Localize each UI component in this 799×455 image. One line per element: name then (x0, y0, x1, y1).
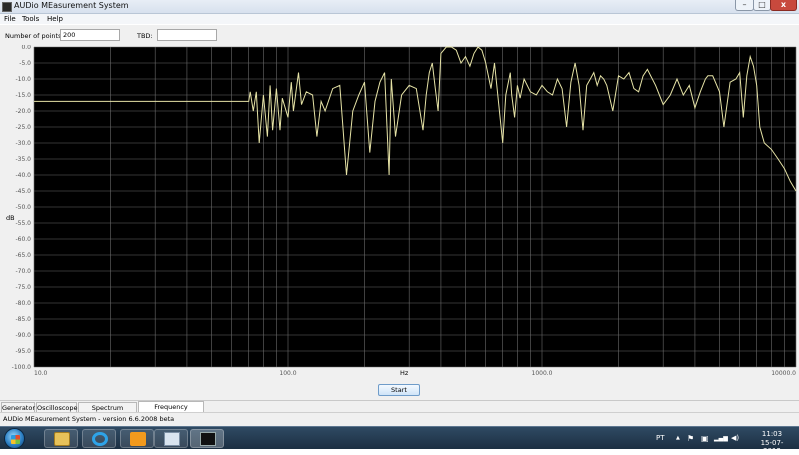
x-tick-label: 10000.0 (771, 370, 796, 377)
device-icon[interactable]: ▣ (701, 434, 709, 443)
x-axis-label: Hz (400, 369, 409, 377)
taskbar-audio-measurement-button[interactable] (190, 429, 224, 448)
y-tick-label: -70.0 (15, 268, 31, 275)
language-indicator[interactable]: PT (656, 434, 665, 442)
y-tick-label: -80.0 (15, 300, 31, 307)
y-tick-label: -60.0 (15, 236, 31, 243)
minimize-button[interactable]: – (735, 0, 754, 11)
y-tick-label: -25.0 (15, 124, 31, 131)
window-title: AUDio MEasurement System (14, 1, 129, 10)
y-tick-label: -95.0 (15, 348, 31, 355)
folder-icon (54, 432, 70, 446)
tab-bar: Generator Oscilloscope Spectrum Analyzer… (0, 400, 799, 422)
y-tick-label: -30.0 (15, 140, 31, 147)
y-tick-label: -40.0 (15, 172, 31, 179)
tbd-label: TBD: (137, 32, 153, 40)
menu-bar: File Tools Help (0, 14, 799, 24)
close-button[interactable]: x (770, 0, 797, 11)
taskbar-browser-button[interactable] (82, 429, 116, 448)
y-axis: 0.0 -5.0 -10.0 -15.0 -20.0 -25.0 -30.0 -35.0 -40… (12, 45, 32, 371)
menu-file[interactable]: File (4, 14, 16, 24)
y-tick-label: -10.0 (15, 76, 31, 83)
title-bar: AUDio MEasurement System – □ x (0, 0, 799, 14)
x-tick-label: 10.0 (34, 370, 48, 377)
volume-icon[interactable]: ◀) (731, 434, 739, 443)
windows-start-button[interactable] (4, 428, 25, 449)
y-tick-label: -45.0 (15, 188, 31, 195)
y-tick-label: -20.0 (15, 108, 31, 115)
points-input[interactable]: 200 (60, 29, 120, 41)
y-axis-label: dB (6, 214, 15, 222)
y-tick-label: -65.0 (15, 252, 31, 259)
maximize-button[interactable]: □ (753, 0, 771, 11)
action-center-flag-icon[interactable]: ⚑ (687, 434, 694, 443)
audio-measurement-icon (200, 432, 216, 446)
show-hidden-icons-icon[interactable]: ▲ (676, 434, 680, 443)
y-tick-label: -100.0 (12, 364, 32, 371)
x-tick-label: 100.0 (279, 370, 296, 377)
windows-logo-icon (11, 435, 20, 444)
network-signal-icon[interactable]: ▂▄▆ (714, 434, 728, 443)
x-tick-label: 1000.0 (532, 370, 553, 377)
y-tick-label: -55.0 (15, 220, 31, 227)
media-player-icon (130, 432, 146, 446)
y-tick-label: -15.0 (15, 92, 31, 99)
y-tick-label: -35.0 (15, 156, 31, 163)
taskbar-media-player-button[interactable] (120, 429, 154, 448)
menu-tools[interactable]: Tools (22, 14, 39, 24)
start-button[interactable]: Start (378, 384, 420, 396)
settings-panel: Number of points: 200 TBD: (0, 25, 799, 45)
taskbar-explorer-button[interactable] (44, 429, 78, 448)
internet-explorer-icon (92, 432, 108, 446)
taskbar: PT ▲ ⚑ ▣ ▂▄▆ ◀) 11:03 15-07-2012 (0, 426, 799, 455)
y-tick-label: -50.0 (15, 204, 31, 211)
y-tick-label: -75.0 (15, 284, 31, 291)
clock-time[interactable]: 11:03 (757, 430, 787, 438)
y-tick-label: -90.0 (15, 332, 31, 339)
y-tick-label: -5.0 (19, 60, 31, 67)
clock-date[interactable]: 15-07-2012 (752, 439, 792, 455)
tbd-input[interactable] (157, 29, 217, 41)
plot-panel: 0.0 -5.0 -10.0 -15.0 -20.0 -25.0 -30.0 -35.0 -40… (0, 45, 799, 400)
y-tick-label: -85.0 (15, 316, 31, 323)
points-label: Number of points: (5, 32, 64, 40)
status-text: AUDio MEasurement System - version 6.6.2… (3, 415, 175, 423)
app-icon (2, 2, 12, 12)
window-icon (164, 432, 180, 446)
status-bar: AUDio MEasurement System - version 6.6.2… (0, 412, 799, 426)
plot-grid (33, 46, 797, 368)
frequency-response-plot: 0.0 -5.0 -10.0 -15.0 -20.0 -25.0 -30.0 -35.0 -40… (0, 45, 799, 378)
taskbar-window-button[interactable] (154, 429, 188, 448)
y-tick-label: 0.0 (21, 45, 31, 51)
menu-help[interactable]: Help (47, 14, 63, 24)
